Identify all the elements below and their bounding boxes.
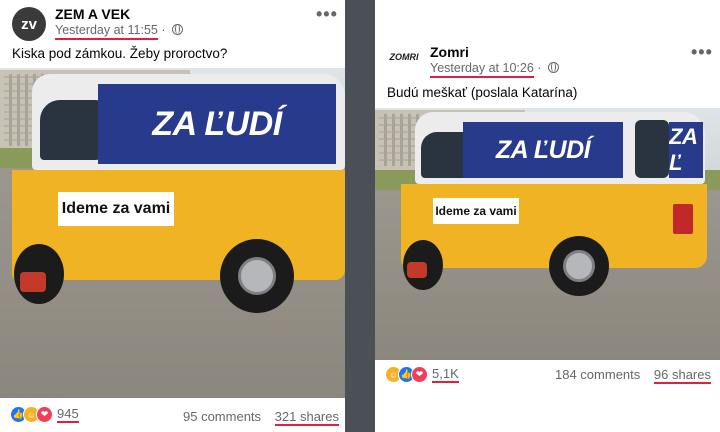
post-meta: Yesterday at 11:55 · bbox=[55, 23, 183, 40]
author-avatar[interactable]: ZOMRI bbox=[387, 46, 421, 68]
yellow-van: ZA ĽUDÍ ZA Ľ Ideme za vami bbox=[401, 112, 707, 298]
van-slogan: Ideme za vami bbox=[58, 192, 174, 226]
globe-icon bbox=[172, 24, 183, 35]
comments-count[interactable]: 184 comments bbox=[555, 367, 640, 382]
reaction-summary[interactable]: ☺ 👍 ❤ 5,1K bbox=[385, 366, 459, 383]
post-timestamp[interactable]: Yesterday at 11:55 bbox=[55, 23, 158, 40]
globe-icon bbox=[547, 62, 559, 73]
post-meta: Yesterday at 10:26 · bbox=[430, 61, 559, 78]
shares-count[interactable]: 96 shares bbox=[653, 367, 711, 384]
post-timestamp[interactable]: Yesterday at 10:26 bbox=[430, 61, 534, 78]
engagement-stats: 95 comments 321 shares bbox=[183, 409, 339, 426]
reaction-count: 945 bbox=[57, 406, 79, 423]
author-name[interactable]: ZEM A VEK bbox=[55, 6, 130, 22]
wheel-clamp bbox=[20, 272, 46, 292]
van-side-text: ZA Ľ bbox=[669, 122, 703, 178]
meta-separator: · bbox=[537, 61, 542, 75]
van-taillight bbox=[673, 204, 693, 234]
author-name[interactable]: Zomri bbox=[430, 44, 469, 60]
comments-count[interactable]: 95 comments bbox=[183, 409, 261, 424]
post-card-zomri: ZOMRI Zomri Yesterday at 10:26 · ••• Bud… bbox=[375, 0, 720, 432]
van-front-window bbox=[421, 132, 467, 178]
post-photo[interactable]: ZA ĽUDÍ ZA Ľ Ideme za vami bbox=[375, 108, 720, 360]
love-icon: ❤ bbox=[36, 406, 53, 423]
shares-count[interactable]: 321 shares bbox=[274, 409, 339, 426]
van-banner: ZA ĽUDÍ bbox=[98, 84, 336, 164]
more-options-button[interactable]: ••• bbox=[691, 42, 713, 63]
van-slogan: Ideme za vami bbox=[433, 198, 519, 224]
avatar-logo-text: ZOMRI bbox=[389, 52, 419, 62]
van-rear-wheel bbox=[220, 239, 294, 313]
engagement-stats: 184 comments 96 shares bbox=[555, 367, 711, 384]
post-photo[interactable]: ZA ĽUDÍ Ideme za vami bbox=[0, 68, 345, 398]
post-caption: Kiska pod zámkou. Žeby proroctvo? bbox=[12, 46, 228, 61]
more-options-button[interactable]: ••• bbox=[316, 4, 338, 25]
reaction-count: 5,1K bbox=[432, 366, 459, 383]
post-caption: Budú meškať (poslala Katarína) bbox=[387, 85, 578, 100]
van-front-window bbox=[40, 100, 100, 160]
reaction-summary[interactable]: 👍 ☺ ❤ 945 bbox=[10, 406, 79, 423]
love-icon: ❤ bbox=[411, 366, 428, 383]
van-banner: ZA ĽUDÍ bbox=[463, 122, 623, 178]
wheel-clamp bbox=[407, 262, 427, 278]
avatar-logo-text: zv bbox=[21, 15, 37, 33]
author-avatar[interactable]: zv bbox=[12, 7, 46, 41]
post-divider bbox=[345, 0, 375, 432]
post-card-zem-a-vek: zv ZEM A VEK Yesterday at 11:55 · ••• Ki… bbox=[0, 0, 345, 432]
meta-separator: · bbox=[161, 23, 166, 37]
yellow-van: ZA ĽUDÍ Ideme za vami bbox=[12, 74, 345, 314]
van-rear-wheel bbox=[549, 236, 609, 296]
van-rear-window bbox=[635, 120, 669, 178]
